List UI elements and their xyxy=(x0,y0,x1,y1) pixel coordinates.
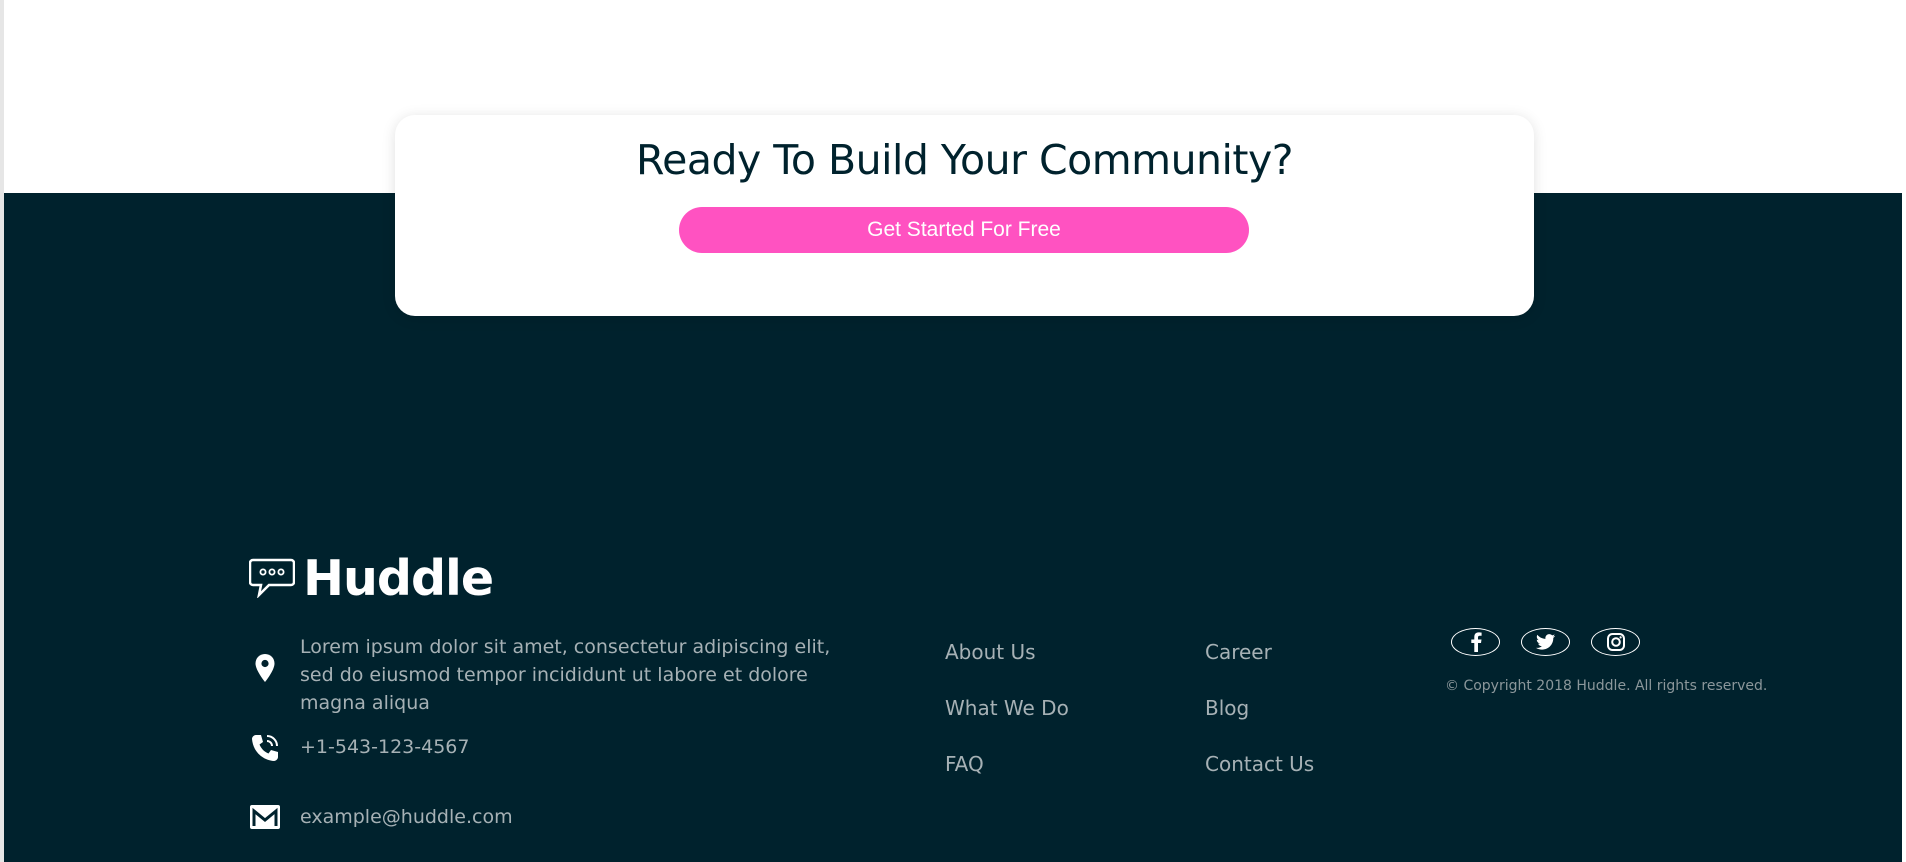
link-what-we-do[interactable]: What We Do xyxy=(945,696,1069,720)
instagram-icon xyxy=(1606,633,1625,651)
brand-name: Huddle xyxy=(303,549,494,607)
twitter-button[interactable] xyxy=(1521,628,1570,656)
instagram-button[interactable] xyxy=(1591,628,1640,656)
phone-row: +1-543-123-4567 xyxy=(249,733,469,763)
address-row: Lorem ipsum dolor sit amet, consectetur … xyxy=(249,633,830,714)
link-blog[interactable]: Blog xyxy=(1205,696,1249,720)
cta-title: Ready To Build Your Community? xyxy=(635,136,1294,184)
facebook-button[interactable] xyxy=(1451,628,1500,656)
link-career[interactable]: Career xyxy=(1205,640,1272,664)
email-row: example@huddle.com xyxy=(249,803,513,830)
mail-icon xyxy=(249,804,281,830)
footer-brand[interactable]: Huddle xyxy=(249,550,494,607)
address-text: Lorem ipsum dolor sit amet, consectetur … xyxy=(300,636,831,714)
chat-bubble-icon xyxy=(249,558,295,598)
cta-card: Ready To Build Your Community? Get Start… xyxy=(395,115,1534,316)
copyright-text: © Copyright 2018 Huddle. All rights rese… xyxy=(1445,678,1768,694)
link-about-us[interactable]: About Us xyxy=(945,640,1036,664)
facebook-icon xyxy=(1470,632,1482,652)
link-faq[interactable]: FAQ xyxy=(945,752,984,776)
phone-text[interactable]: +1-543-123-4567 xyxy=(300,733,469,761)
twitter-icon xyxy=(1535,634,1555,650)
get-started-button[interactable]: Get Started For Free xyxy=(679,207,1249,253)
link-contact-us[interactable]: Contact Us xyxy=(1205,752,1314,776)
location-pin-icon xyxy=(249,653,281,683)
email-text[interactable]: example@huddle.com xyxy=(300,803,513,831)
phone-icon xyxy=(249,733,281,763)
